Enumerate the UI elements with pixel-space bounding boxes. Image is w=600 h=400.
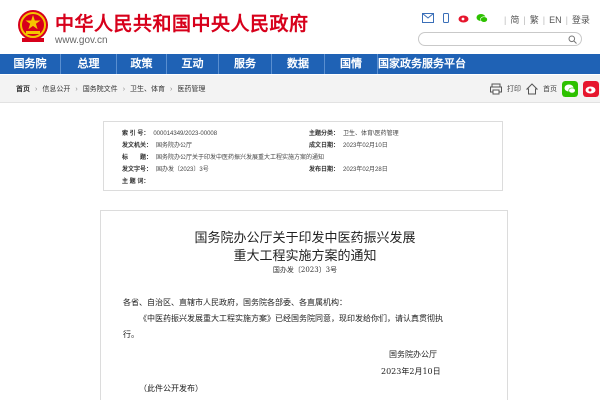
document-body-line2: 行。 xyxy=(123,330,139,339)
search-icon[interactable] xyxy=(568,35,577,44)
document-body-line1: 《中医药振兴发展重大工程实施方案》已经国务院同意，现印发给你们，请认真贯彻执 xyxy=(139,314,443,323)
nav-item-national-info[interactable]: 国情 xyxy=(324,54,377,74)
main-nav: 国务院 总理 政策 互动 服务 数据 国情 国家政务服务平台 xyxy=(0,54,600,74)
document-number: 国办发〔2023〕3号 xyxy=(272,266,338,274)
nav-item-gov-service-platform[interactable]: 国家政务服务平台 xyxy=(377,54,466,74)
meta-subject-category: 主题分类： 卫生、体育\医药管理 xyxy=(309,128,399,137)
breadcrumb-bar: 首页 › 信息公开 › 国务院文件 › 卫生、体育 › 医药管理 打印 首页 xyxy=(0,75,600,103)
document-salutation: 各省、自治区、直辖市人民政府，国务院各部委、各直属机构： xyxy=(123,298,347,307)
wechat-share-icon[interactable] xyxy=(562,81,578,97)
mobile-icon[interactable] xyxy=(440,13,452,23)
meta-written-date: 成文日期： 2023年02月10日 xyxy=(309,140,388,149)
breadcrumb-health-sports[interactable]: 卫生、体育 xyxy=(130,84,165,94)
breadcrumb-info-disclosure[interactable]: 信息公开 xyxy=(42,84,70,94)
print-label[interactable]: 打印 xyxy=(507,84,521,94)
page-tools: 打印 首页 xyxy=(490,81,599,97)
top-links: | 简 | 繁 | EN | 登录 xyxy=(500,13,590,26)
site-title[interactable]: 中华人民共和国中央人民政府 xyxy=(55,9,309,36)
document-body: 国务院办公厅关于印发中医药振兴发展 重大工程实施方案的通知 国办发〔2023〕3… xyxy=(100,210,508,400)
breadcrumb-chevron-icon: › xyxy=(35,85,38,93)
lang-traditional-link[interactable]: 繁 xyxy=(530,13,539,26)
document-title-line2: 重大工程实施方案的通知 xyxy=(233,249,377,264)
home-label[interactable]: 首页 xyxy=(543,84,557,94)
site-url[interactable]: www.gov.cn xyxy=(55,35,108,46)
print-icon[interactable] xyxy=(490,83,502,95)
mail-icon[interactable] xyxy=(422,13,434,23)
meta-value: 2023年02月10日 xyxy=(343,143,388,149)
document-signer: 国务院办公厅 xyxy=(389,350,437,359)
nav-item-data[interactable]: 数据 xyxy=(271,54,324,74)
breadcrumb-chevron-icon: › xyxy=(75,85,78,93)
meta-label: 发布日期： xyxy=(309,167,340,173)
login-link[interactable]: 登录 xyxy=(572,13,590,26)
meta-keywords: 主 题 词： xyxy=(122,176,153,185)
breadcrumb-chevron-icon: › xyxy=(122,85,126,93)
document-date: 2023年2月10日 xyxy=(381,367,441,376)
sep-divider: | xyxy=(523,14,526,25)
nav-item-service[interactable]: 服务 xyxy=(218,54,271,74)
nav-item-policy[interactable]: 政策 xyxy=(116,54,166,74)
meta-index-number: 索 引 号： 000014349/2023-00008 xyxy=(122,128,217,137)
meta-title: 标 题： 国务院办公厅关于印发中医药振兴发展重大工程实施方案的通知 xyxy=(122,152,324,161)
sep-divider: | xyxy=(504,14,507,25)
nav-item-state-council[interactable]: 国务院 xyxy=(0,54,60,74)
meta-value: 卫生、体育\医药管理 xyxy=(343,131,399,137)
sep-divider: | xyxy=(542,14,546,25)
sep-divider: | xyxy=(565,14,568,25)
meta-issuing-authority: 发文机关： 国务院办公厅 xyxy=(122,140,192,149)
site-header: 中华人民共和国中央人民政府 www.gov.cn | 简 | 繁 | EN | … xyxy=(0,0,600,55)
home-icon[interactable] xyxy=(526,83,538,95)
meta-value: 国务院办公厅关于印发中医药振兴发展重大工程实施方案的通知 xyxy=(156,155,325,161)
meta-label: 发文字号： xyxy=(122,167,153,173)
breadcrumb-medicine-management[interactable]: 医药管理 xyxy=(177,84,205,94)
nav-item-interaction[interactable]: 互动 xyxy=(166,54,218,74)
wechat-icon[interactable] xyxy=(476,13,488,23)
meta-value: 国务院办公厅 xyxy=(156,143,193,149)
national-emblem-icon[interactable] xyxy=(16,8,50,44)
meta-label: 索 引 号： xyxy=(122,131,150,137)
lang-simplified-link[interactable]: 简 xyxy=(510,13,519,26)
meta-value: 2023年02月28日 xyxy=(343,167,388,173)
breadcrumb-chevron-icon: › xyxy=(170,85,173,93)
nav-item-premier[interactable]: 总理 xyxy=(60,54,116,74)
lang-english-link[interactable]: EN xyxy=(549,15,562,25)
meta-publish-date: 发布日期： 2023年02月28日 xyxy=(309,164,388,173)
meta-value: 000014349/2023-00008 xyxy=(153,131,218,137)
page: 中华人民共和国中央人民政府 www.gov.cn | 简 | 繁 | EN | … xyxy=(0,0,600,400)
document-note: （此件公开发布） xyxy=(139,384,203,393)
document-metadata-box: 索 引 号： 000014349/2023-00008 主题分类： 卫生、体育\医药… xyxy=(103,121,503,191)
top-icon-group xyxy=(422,13,488,23)
document-title-line1: 国务院办公厅关于印发中医药振兴发展 xyxy=(194,231,416,246)
meta-label: 主 题 词： xyxy=(122,179,150,185)
weibo-icon[interactable] xyxy=(458,13,470,23)
search-input[interactable] xyxy=(427,34,567,44)
meta-value: 国办发〔2023〕3号 xyxy=(156,167,209,173)
weibo-share-icon[interactable] xyxy=(583,81,599,97)
meta-label: 标 题： xyxy=(122,155,153,161)
meta-label: 发文机关： xyxy=(122,143,153,149)
breadcrumb-state-council-docs[interactable]: 国务院文件 xyxy=(83,84,118,94)
meta-document-number: 发文字号： 国办发〔2023〕3号 xyxy=(122,164,209,173)
breadcrumb-home[interactable]: 首页 xyxy=(16,84,30,94)
search-box[interactable] xyxy=(418,32,582,46)
meta-label: 成文日期： xyxy=(309,143,340,149)
meta-label: 主题分类： xyxy=(309,131,340,137)
breadcrumb: 首页 › 信息公开 › 国务院文件 › 卫生、体育 › 医药管理 xyxy=(16,84,205,94)
